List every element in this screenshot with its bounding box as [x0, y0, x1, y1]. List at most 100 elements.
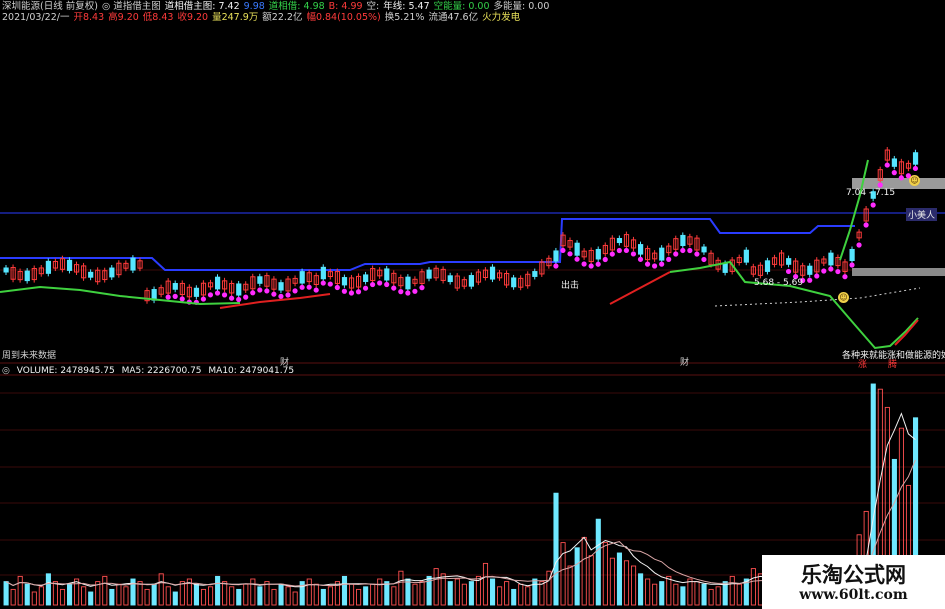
- signal-dot: [320, 280, 326, 286]
- candle-body: [88, 271, 94, 278]
- volume-bar: [398, 570, 404, 606]
- volume-bar: [701, 583, 707, 606]
- candle-body: [891, 158, 897, 167]
- ma10-value: MA10: 2479041.75: [208, 366, 295, 376]
- volume-bar: [567, 565, 573, 606]
- volume-bar: [616, 552, 622, 606]
- signal-dot: [334, 284, 340, 291]
- signal-dot: [243, 294, 249, 300]
- candle-body: [722, 263, 728, 273]
- signal-dot: [870, 202, 876, 208]
- candle-body: [468, 275, 474, 287]
- signal-dot: [355, 289, 362, 295]
- volume-bar: [560, 542, 566, 606]
- signal-dot: [637, 256, 644, 262]
- signal-dot: [419, 285, 425, 291]
- signal-dot: [877, 182, 883, 188]
- signal-dot: [821, 268, 827, 274]
- signal-dot: [652, 263, 658, 269]
- signal-dot: [898, 175, 904, 181]
- watermark: 乐淘公式网 www.60lt.com: [762, 555, 945, 609]
- signal-dot: [271, 291, 277, 297]
- candle-body: [912, 152, 919, 165]
- volume-bar: [433, 568, 439, 606]
- signal-dot: [341, 288, 347, 294]
- candle-body: [532, 271, 538, 277]
- signal-dot: [680, 247, 686, 254]
- cai-marker-2: 财: [680, 358, 690, 368]
- trend-red-line: [894, 319, 919, 346]
- candle-body: [363, 274, 369, 282]
- volume-bar: [88, 591, 94, 606]
- signal-dot: [560, 247, 566, 254]
- candle-body: [764, 260, 771, 272]
- candle-body: [638, 244, 644, 255]
- volume-bar: [468, 581, 474, 606]
- candle-body: [215, 276, 221, 290]
- signal-dot: [236, 296, 242, 303]
- volume-bar: [609, 557, 615, 606]
- signal-dot: [602, 256, 608, 263]
- signal-dot: [306, 284, 312, 290]
- signal-dot: [292, 288, 298, 294]
- volume-bar: [680, 586, 686, 606]
- signal-dot: [370, 281, 376, 288]
- zhang-marker: 涨: [858, 360, 868, 370]
- volume-bar: [504, 581, 510, 606]
- future-data-note: 周到未来数据: [2, 351, 57, 361]
- candle-body: [299, 271, 305, 284]
- candle-body: [24, 270, 30, 282]
- volume-bar: [116, 583, 122, 606]
- candle-body: [109, 267, 115, 278]
- volume-bar: [461, 583, 467, 606]
- candle-body: [3, 267, 9, 273]
- signal-dot: [348, 290, 355, 296]
- volume-bar: [588, 555, 594, 606]
- volume-bar: [313, 583, 319, 606]
- candle-body: [807, 265, 813, 275]
- volume-bar: [673, 583, 679, 606]
- volume-bar: [638, 573, 644, 606]
- candle-body: [553, 250, 559, 262]
- signal-dot: [567, 251, 573, 257]
- volume-bar: [482, 562, 489, 606]
- volume-bar: [715, 586, 721, 606]
- volume-bar: [447, 581, 453, 606]
- range-top-label: 7.04 - 7.15: [846, 188, 896, 198]
- signal-dot: [278, 293, 284, 299]
- trend-lines: [0, 159, 919, 350]
- watermark-url: www.60lt.com: [799, 587, 908, 603]
- volume-bar: [250, 578, 256, 606]
- signal-dot: [377, 280, 383, 286]
- signal-dot: [687, 247, 693, 254]
- signal-dot: [884, 162, 890, 168]
- volume-bar: [729, 575, 735, 606]
- stock-chart[interactable]: [0, 0, 945, 609]
- volume-bar: [179, 581, 185, 606]
- signal-dot: [172, 293, 178, 299]
- signal-dot: [701, 256, 707, 263]
- signal-dot: [221, 292, 228, 298]
- signal-dot: [807, 277, 813, 283]
- volume-bar: [17, 575, 23, 606]
- signal-dot: [179, 296, 185, 302]
- signal-dot: [574, 256, 580, 262]
- signal-dot: [891, 170, 897, 176]
- volume-bar: [66, 583, 73, 606]
- signal-dot: [165, 294, 171, 300]
- signal-dot: [581, 261, 587, 267]
- signal-dot: [785, 268, 792, 275]
- signal-dot: [313, 287, 319, 293]
- volume-bar: [320, 588, 326, 606]
- volume-icon: ◎: [2, 366, 10, 376]
- signal-dot: [828, 266, 834, 272]
- candle-body: [680, 234, 686, 247]
- volume-bar: [193, 583, 200, 606]
- signal-dot: [694, 251, 700, 257]
- signal-dot: [659, 261, 665, 267]
- volume-bar: [405, 578, 411, 606]
- candle-body: [66, 259, 73, 271]
- volume-bar: [292, 591, 298, 606]
- volume-bar: [264, 581, 270, 606]
- volume-bar: [31, 591, 37, 606]
